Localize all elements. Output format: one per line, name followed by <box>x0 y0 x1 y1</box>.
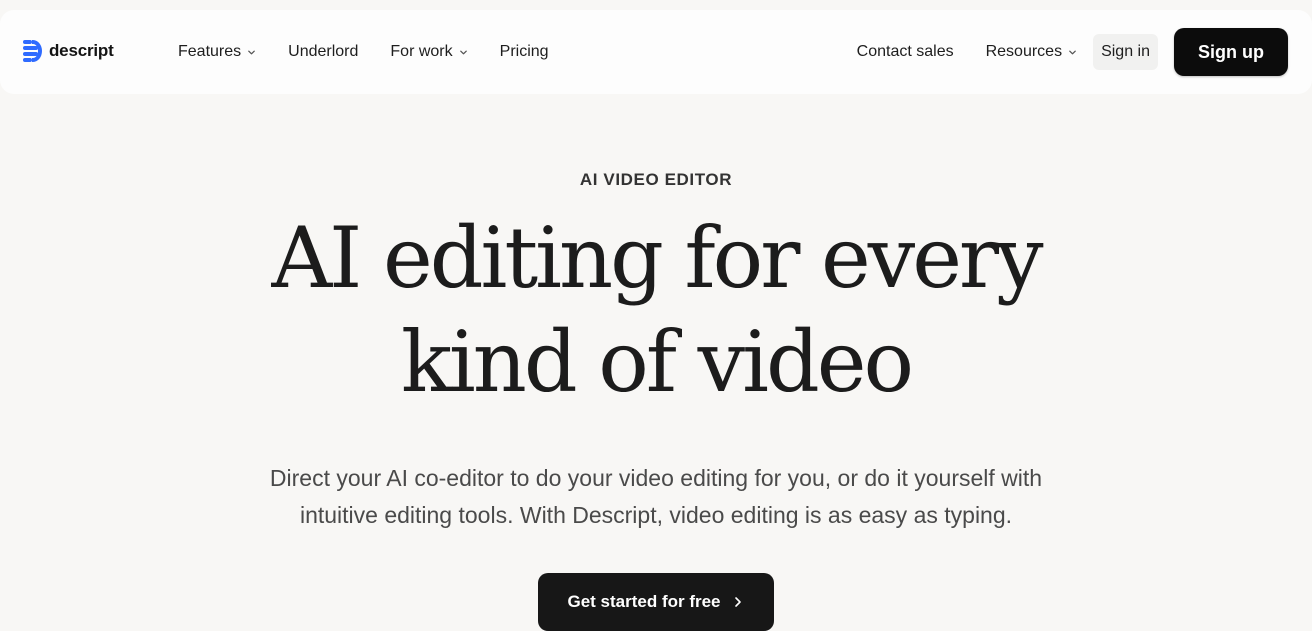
chevron-down-icon <box>248 50 255 54</box>
top-navbar: descript Features Underlord For work Pri… <box>0 10 1312 94</box>
nav-item-label: Resources <box>985 43 1063 60</box>
hero-eyebrow: AI VIDEO EDITOR <box>579 170 733 189</box>
sign-up-button[interactable]: Sign up <box>1174 28 1288 76</box>
get-started-button[interactable]: Get started for free <box>538 573 774 631</box>
nav-item-for-work[interactable]: For work <box>390 43 467 61</box>
chevron-down-icon <box>459 50 467 54</box>
cta-label: Get started for free <box>567 592 721 611</box>
nav-item-label: Features <box>178 43 242 60</box>
nav-item-features[interactable]: Features <box>178 43 256 61</box>
chevron-down-icon <box>1069 50 1076 54</box>
nav-item-label: Pricing <box>499 43 549 60</box>
brand-logo-link[interactable]: descript <box>23 40 114 62</box>
nav-item-label: For work <box>390 43 453 60</box>
subcopy-line-1: Direct your AI co-editor to do your vide… <box>269 465 1043 491</box>
headline-line-2: kind of video <box>400 313 914 411</box>
sign-in-button[interactable]: Sign in <box>1093 34 1158 70</box>
nav-item-pricing[interactable]: Pricing <box>500 43 549 61</box>
subcopy-line-2: intuitive editing tools. With Descript, … <box>299 502 1013 528</box>
nav-item-label: Contact sales <box>856 43 954 60</box>
brand-name: descript <box>49 41 114 60</box>
headline-line-1: AI editing for every <box>271 209 1043 307</box>
hero-subcopy: Direct your AI co-editor to do your vide… <box>206 460 1106 534</box>
hero-headline: AI editing for every kind of video <box>0 206 1312 414</box>
primary-nav: Features Underlord For work Pricing <box>178 10 581 94</box>
descript-logo-icon <box>23 40 42 62</box>
secondary-nav: Contact sales Resources Sign in Sign up <box>857 10 1288 94</box>
arrow-right-icon <box>734 597 741 607</box>
nav-item-resources[interactable]: Resources <box>986 43 1077 61</box>
nav-item-contact-sales[interactable]: Contact sales <box>857 43 954 61</box>
nav-item-label: Underlord <box>288 43 359 60</box>
nav-item-underlord[interactable]: Underlord <box>288 43 358 61</box>
